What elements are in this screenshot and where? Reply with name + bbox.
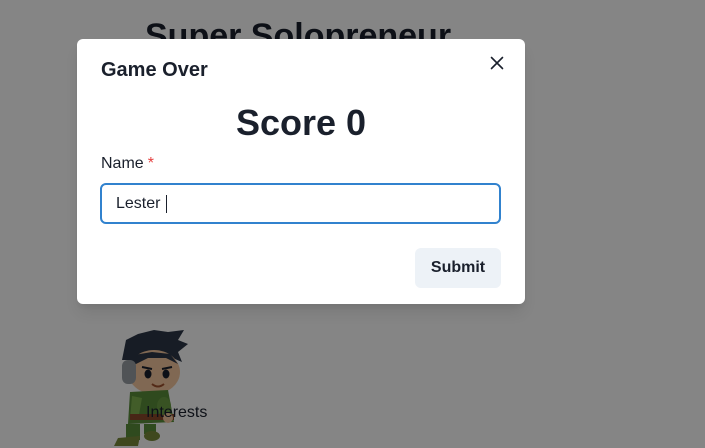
submit-button[interactable]: Submit bbox=[415, 248, 501, 288]
name-label-text: Name bbox=[101, 155, 144, 172]
dialog-title: Game Over bbox=[101, 59, 208, 81]
required-indicator: * bbox=[147, 155, 154, 172]
close-icon bbox=[490, 56, 504, 70]
game-over-dialog: Game Over Score 0 Name* Submit bbox=[77, 39, 525, 304]
name-label: Name * bbox=[101, 154, 154, 174]
score-display: Score 0 bbox=[235, 102, 367, 143]
text-caret bbox=[166, 195, 167, 213]
close-button[interactable] bbox=[485, 51, 509, 75]
name-input[interactable] bbox=[100, 183, 501, 224]
